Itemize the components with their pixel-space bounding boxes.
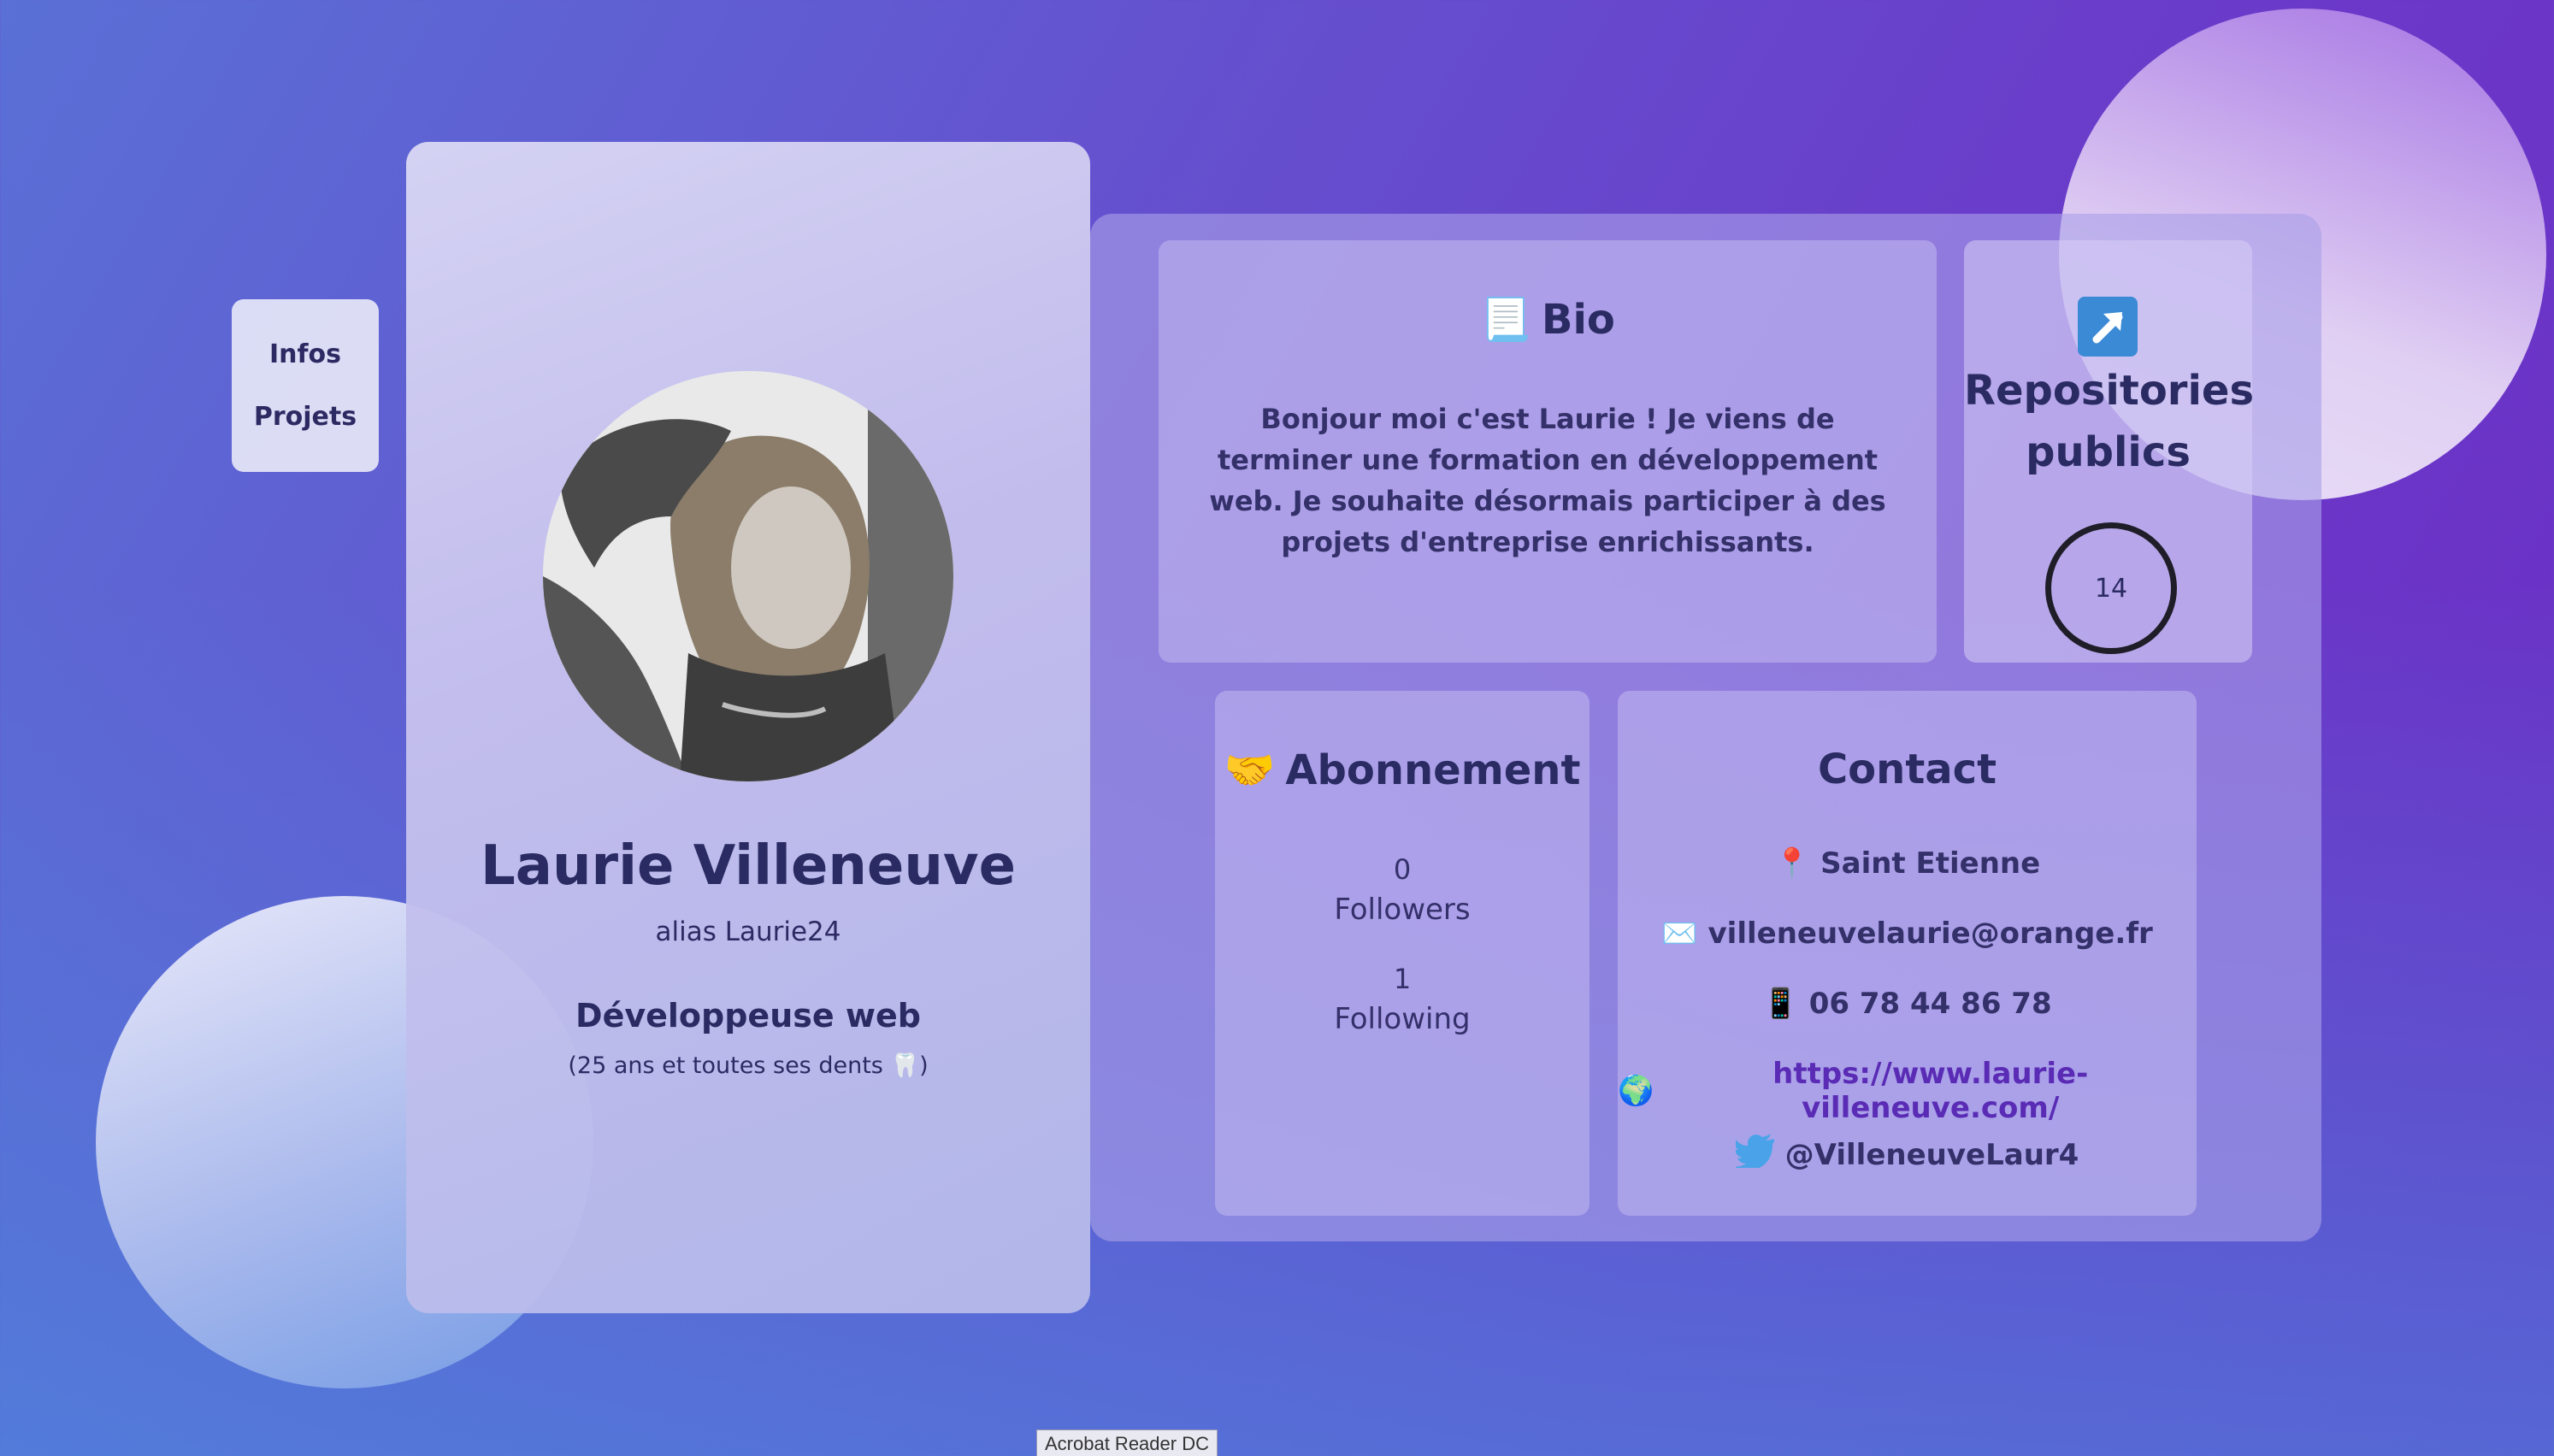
following-count: 1	[1393, 963, 1412, 995]
profile-alias: alias Laurie24	[655, 917, 841, 947]
bio-text: Bonjour moi c'est Laurie ! Je viens de t…	[1209, 403, 1886, 558]
repositories-title-line2: publics	[2026, 428, 2191, 476]
side-nav: Infos Projets	[232, 299, 379, 472]
avatar	[543, 371, 953, 781]
contact-website: 🌍 https://www.laurie-villeneuve.com/	[1618, 1057, 2197, 1125]
phone-icon: 📱	[1762, 987, 1799, 1021]
tooth-icon: 🦷	[890, 1052, 920, 1079]
handshake-icon: 🤝	[1224, 746, 1276, 794]
globe-icon: 🌍	[1618, 1074, 1654, 1108]
email-text: villeneuvelaurie@orange.fr	[1708, 917, 2153, 951]
twitter-handle[interactable]: @VilleneuveLaur4	[1785, 1138, 2079, 1172]
taskbar-tooltip: Acrobat Reader DC	[1036, 1429, 1218, 1456]
twitter-bird-icon	[1732, 1134, 1775, 1176]
followers-count: 0	[1393, 853, 1412, 886]
contact-location: 📍 Saint Etienne	[1618, 846, 2197, 881]
repositories-card: Repositories publics 14	[1964, 240, 2255, 663]
phone-text: 06 78 44 86 78	[1808, 987, 2052, 1021]
repositories-title: Repositories publics	[1964, 360, 2255, 483]
contact-email: ✉️ villeneuvelaurie@orange.fr	[1618, 917, 2197, 951]
nav-item-projets[interactable]: Projets	[254, 402, 357, 432]
profile-role: Développeuse web	[575, 997, 921, 1035]
contact-title: Contact	[1817, 746, 1997, 793]
profile-age-suffix: )	[919, 1052, 929, 1079]
contact-twitter: @VilleneuveLaur4	[1618, 1134, 2197, 1176]
bio-title-text: Bio	[1541, 295, 1615, 344]
profile-name: Laurie Villeneuve	[481, 834, 1016, 898]
contact-card: Contact 📍 Saint Etienne ✉️ villeneuvelau…	[1618, 691, 2197, 1216]
website-link[interactable]: https://www.laurie-villeneuve.com/	[1664, 1057, 2197, 1125]
scroll-icon: 📃	[1480, 296, 1531, 344]
profile-age: (25 ans et toutes ses dents 🦷)	[406, 1052, 1090, 1079]
bio-card: 📃 Bio Bonjour moi c'est Laurie ! Je vien…	[1159, 240, 1937, 663]
bio-title: 📃 Bio	[1159, 295, 1937, 345]
followers-label: Followers	[1334, 893, 1471, 927]
envelope-icon: ✉️	[1661, 917, 1698, 951]
profile-card: Laurie Villeneuve alias Laurie24 Dévelop…	[406, 142, 1090, 1313]
contact-phone: 📱 06 78 44 86 78	[1618, 987, 2197, 1021]
repositories-title-line1: Repositories	[1964, 367, 2255, 415]
location-text: Saint Etienne	[1820, 846, 2041, 881]
avatar-photo	[543, 371, 953, 781]
subscription-card: 🤝 Abonnement 0 Followers 1 Following	[1215, 691, 1590, 1216]
pin-icon: 📍	[1773, 846, 1811, 881]
following-label: Following	[1334, 1002, 1471, 1036]
profile-age-prefix: (25 ans et toutes ses dents	[568, 1052, 891, 1079]
nav-item-infos[interactable]: Infos	[269, 339, 341, 369]
subscription-title-text: Abonnement	[1285, 746, 1581, 794]
subscription-title: 🤝 Abonnement	[1215, 746, 1590, 795]
repositories-count: 14	[2045, 522, 2177, 654]
arrow-up-right-icon	[2078, 297, 2138, 357]
